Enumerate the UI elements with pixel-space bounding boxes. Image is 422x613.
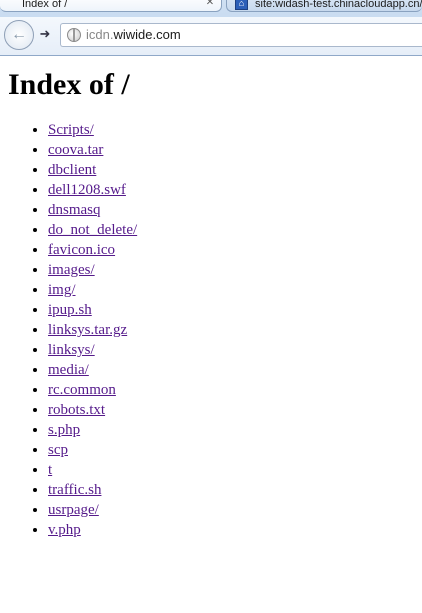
file-link[interactable]: linksys/ [48,342,95,358]
list-item: t [48,460,137,480]
list-item: v.php [48,520,137,540]
tab-title: site:widash-test.chinacloudapp.cn/portal… [255,0,422,10]
file-link[interactable]: dnsmasq [48,202,101,218]
page-title: Index of / [8,68,130,101]
list-item: Scripts/ [48,120,137,140]
list-item: ipup.sh [48,300,137,320]
back-button[interactable]: ← [4,20,34,50]
tab-title: Index of / [22,0,68,10]
forward-button[interactable]: ➜ [34,24,56,46]
list-item: rc.common [48,380,137,400]
file-link[interactable]: v.php [48,522,81,538]
list-item: media/ [48,360,137,380]
list-item: robots.txt [48,400,137,420]
list-item: do_not_delete/ [48,220,137,240]
globe-icon [67,28,81,42]
baidu-favicon-icon: ⌂ [235,0,248,10]
file-link[interactable]: rc.common [48,382,116,398]
list-item: img/ [48,280,137,300]
page-content: Index of / Scripts/coova.tar dbclient dell… [0,56,422,613]
file-link[interactable]: s.php [48,422,80,438]
file-link[interactable]: Scripts/ [48,122,94,138]
file-link[interactable]: favicon.ico [48,242,115,258]
file-link[interactable]: media/ [48,362,89,378]
tab-active[interactable]: Index of / ✕ [0,0,222,12]
file-link[interactable]: t [48,462,52,478]
list-item: scp [48,440,137,460]
browser-chrome: Index of / ✕ ⌂ site:widash-test.chinaclo… [0,0,422,56]
file-link[interactable]: usrpage/ [48,502,99,518]
arrow-right-icon: ➜ [39,26,51,41]
close-icon[interactable]: ✕ [205,0,215,8]
list-item: dell1208.swf [48,180,137,200]
directory-listing: Scripts/coova.tar dbclient dell1208.swf dns… [0,120,137,540]
file-link[interactable]: dbclient [48,162,96,178]
list-item: linksys.tar.gz [48,320,137,340]
list-item: coova.tar [48,140,137,160]
arrow-left-icon: ← [11,26,27,43]
url-prefix: icdn. [86,27,114,42]
list-item: dbclient [48,160,137,180]
list-item: usrpage/ [48,500,137,520]
file-link[interactable]: traffic.sh [48,482,101,498]
file-link[interactable]: coova.tar [48,142,103,158]
navigation-toolbar: ← ➜ icdn.wiwide.com [0,17,422,55]
file-link[interactable]: scp [48,442,68,458]
list-item: favicon.ico [48,240,137,260]
list-item: dnsmasq [48,200,137,220]
list-item: s.php [48,420,137,440]
address-bar[interactable]: icdn.wiwide.com [60,23,422,47]
file-link[interactable]: img/ [48,282,76,298]
list-item: traffic.sh [48,480,137,500]
tab-inactive[interactable]: ⌂ site:widash-test.chinacloudapp.cn/port… [226,0,422,12]
list-item: linksys/ [48,340,137,360]
file-link[interactable]: do_not_delete/ [48,222,137,238]
url-host: wiwide.com [113,27,181,42]
list-item: images/ [48,260,137,280]
file-link[interactable]: robots.txt [48,402,105,418]
file-link[interactable]: dell1208.swf [48,182,126,198]
file-link[interactable]: linksys.tar.gz [48,322,127,338]
file-link[interactable]: images/ [48,262,95,278]
url-text[interactable]: icdn.wiwide.com [86,27,181,43]
file-link[interactable]: ipup.sh [48,302,92,318]
